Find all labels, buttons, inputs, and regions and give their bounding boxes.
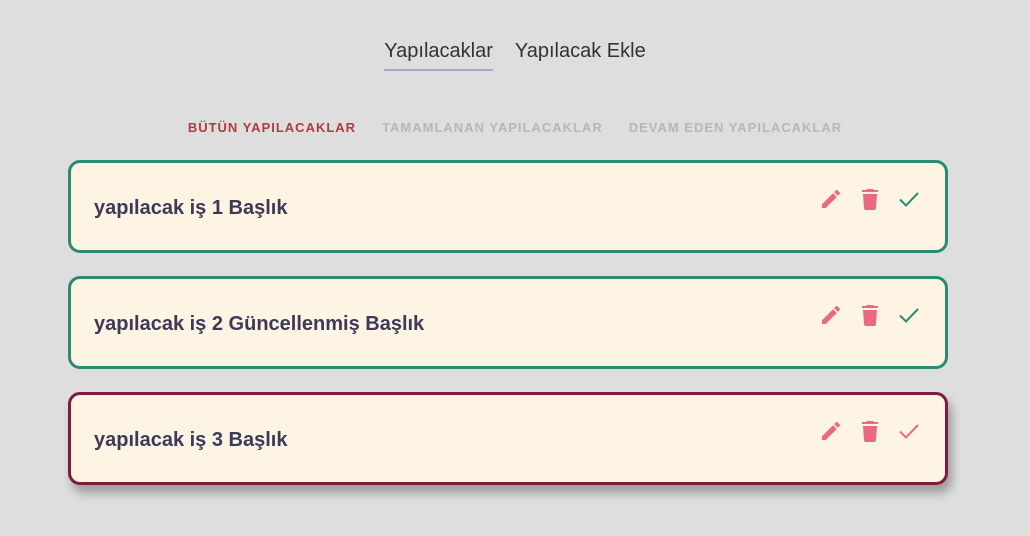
- check-icon[interactable]: [897, 303, 921, 327]
- todo-card: yapılacak iş 1 Başlık: [68, 160, 948, 253]
- pencil-icon[interactable]: [819, 187, 843, 211]
- check-icon[interactable]: [897, 419, 921, 443]
- filter-in-progress-todos[interactable]: DEVAM EDEN YAPILACAKLAR: [629, 120, 842, 135]
- todo-title: yapılacak iş 2 Güncellenmiş Başlık: [94, 313, 425, 335]
- todo-actions: [819, 303, 921, 327]
- pencil-icon[interactable]: [819, 303, 843, 327]
- nav-link-todos[interactable]: Yapılacaklar: [384, 40, 493, 71]
- main-nav: Yapılacaklar Yapılacak Ekle: [0, 40, 1030, 71]
- trash-icon[interactable]: [858, 187, 882, 211]
- todo-actions: [819, 187, 921, 211]
- todo-actions: [819, 419, 921, 443]
- filter-tabs: BÜTÜN YAPILACAKLAR TAMAMLANAN YAPILACAKL…: [0, 120, 1030, 135]
- todo-card: yapılacak iş 3 Başlık: [68, 392, 948, 485]
- todo-title: yapılacak iş 1 Başlık: [94, 197, 288, 219]
- filter-all-todos[interactable]: BÜTÜN YAPILACAKLAR: [188, 120, 356, 135]
- todo-title: yapılacak iş 3 Başlık: [94, 429, 288, 451]
- pencil-icon[interactable]: [819, 419, 843, 443]
- check-icon[interactable]: [897, 187, 921, 211]
- trash-icon[interactable]: [858, 419, 882, 443]
- nav-link-add-todo[interactable]: Yapılacak Ekle: [515, 40, 646, 71]
- todo-card: yapılacak iş 2 Güncellenmiş Başlık: [68, 276, 948, 369]
- filter-completed-todos[interactable]: TAMAMLANAN YAPILACAKLAR: [382, 120, 603, 135]
- todo-list: yapılacak iş 1 Başlık yapılacak iş 2 Gün…: [68, 160, 948, 485]
- trash-icon[interactable]: [858, 303, 882, 327]
